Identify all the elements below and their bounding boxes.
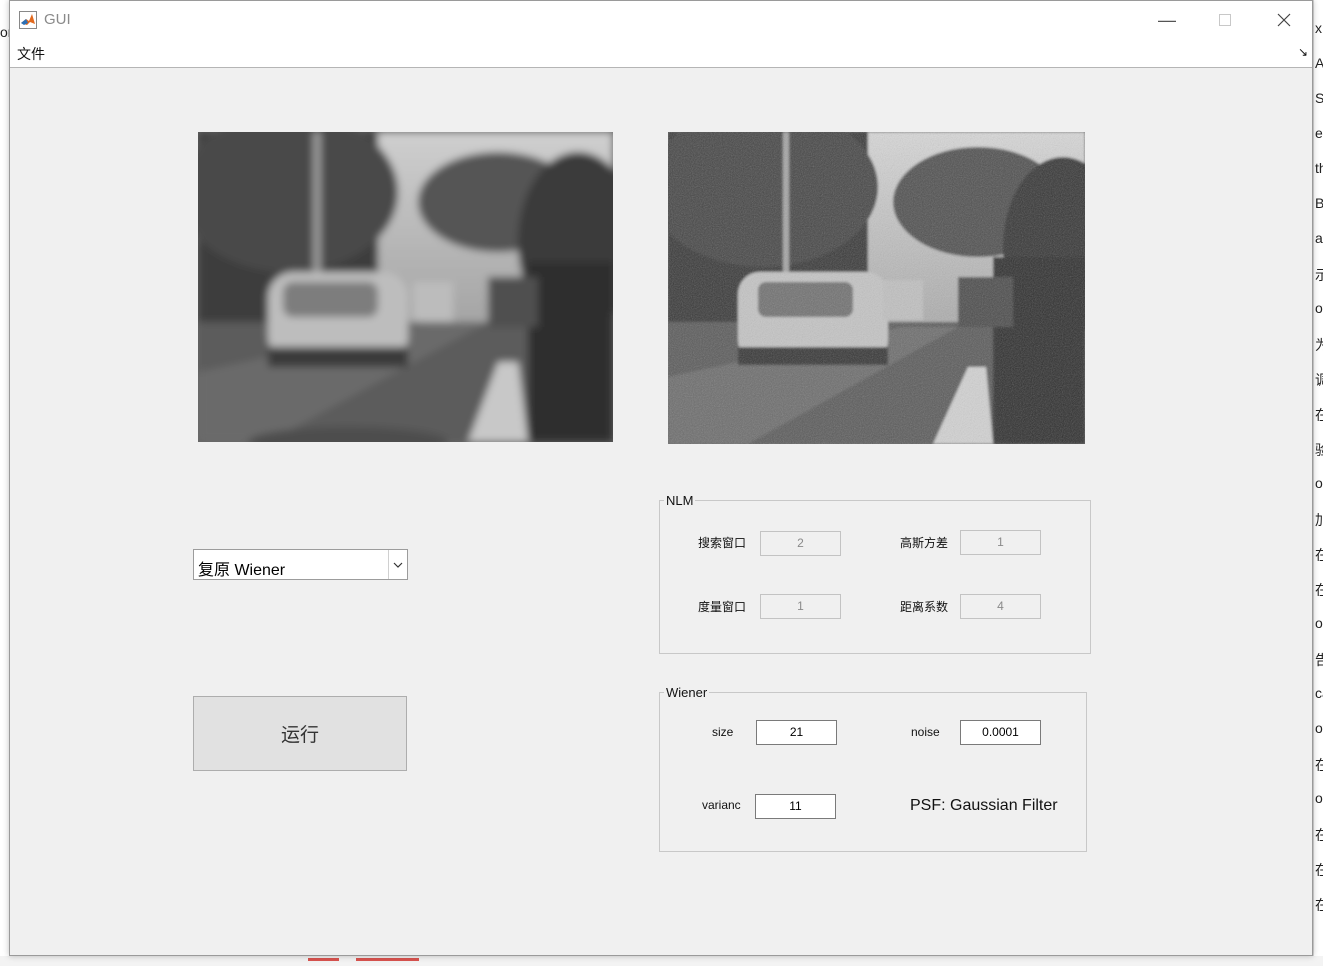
measure-window-input[interactable]: 1 — [760, 594, 841, 619]
background-text-fragment: ca — [1315, 685, 1323, 701]
close-icon[interactable] — [1273, 9, 1295, 31]
varianc-label: varianc — [702, 798, 741, 812]
blurred-street-image — [198, 132, 613, 442]
background-text-fragment: A — [1315, 55, 1323, 71]
background-text-fragment: a — [1315, 230, 1323, 246]
background-text-fragment: oa — [1315, 790, 1323, 806]
background-text-fragment: 示 — [1315, 265, 1323, 285]
noise-label: noise — [911, 725, 940, 739]
menu-bar: 文件 ↘ — [10, 39, 1312, 68]
chevron-down-icon[interactable] — [388, 550, 407, 579]
window-title: GUI — [44, 11, 71, 28]
minimize-icon[interactable]: — — [1156, 9, 1178, 31]
search-window-input[interactable]: 2 — [760, 531, 841, 556]
background-app-right-edge: xASethBa示ot为调在验os加在在os告caot在oa在在在 — [1313, 0, 1323, 966]
psf-label: PSF: Gaussian Filter — [910, 797, 1058, 814]
background-text-fragment: th — [1315, 160, 1323, 176]
background-text-fragment: 在 — [1315, 860, 1323, 880]
background-text-fragment: 在 — [1315, 405, 1323, 425]
background-app-left-edge: or — [0, 24, 9, 40]
gauss-variance-input[interactable]: 1 — [960, 530, 1041, 555]
title-bar[interactable]: GUI — — [10, 1, 1312, 39]
method-select[interactable]: 复原 Wiener — [193, 549, 408, 580]
method-select-value: 复原 Wiener — [198, 562, 286, 579]
matlab-icon — [19, 11, 37, 29]
wiener-panel: Wiener size 21 noise 0.0001 varianc 11 P… — [659, 685, 1087, 852]
background-text-fragment: 在 — [1315, 580, 1323, 600]
background-text-fragment: 在 — [1315, 545, 1323, 565]
size-input[interactable]: 21 — [756, 720, 837, 745]
background-text-fragment: 加 — [1315, 510, 1323, 530]
background-text-fragment: 在 — [1315, 825, 1323, 845]
background-text-fragment: 调 — [1315, 370, 1323, 390]
background-text-fragment: 告 — [1315, 650, 1323, 670]
background-text-fragment: 为 — [1315, 335, 1323, 355]
background-text-fragment: B — [1315, 195, 1323, 211]
nlm-panel: NLM 搜索窗口 2 高斯方差 1 度量窗口 1 距离系数 4 — [659, 493, 1091, 654]
noise-input[interactable]: 0.0001 — [960, 720, 1041, 745]
background-text-fragment: os — [1315, 475, 1323, 491]
background-text-fragment: x — [1315, 20, 1322, 36]
input-image-axes — [198, 132, 613, 442]
background-text-fragment: ot — [1315, 720, 1323, 736]
gauss-variance-label: 高斯方差 — [900, 536, 949, 550]
distance-coef-label: 距离系数 — [900, 600, 949, 614]
menu-file[interactable]: 文件 — [17, 44, 45, 64]
background-text-fragment: os — [1315, 615, 1323, 631]
restored-street-image — [668, 132, 1085, 444]
varianc-input[interactable]: 11 — [755, 794, 836, 819]
distance-coef-input[interactable]: 4 — [960, 594, 1041, 619]
wiener-panel-title: Wiener — [664, 685, 710, 700]
measure-window-label: 度量窗口 — [698, 600, 747, 614]
toolbar-toggle-icon[interactable]: ↘ — [1298, 45, 1308, 59]
background-text-fragment: S — [1315, 90, 1323, 106]
search-window-label: 搜索窗口 — [698, 536, 747, 550]
background-text-fragment: 在 — [1315, 755, 1323, 775]
size-label: size — [712, 725, 734, 739]
background-app-bottom-edge — [0, 956, 1323, 966]
run-button[interactable]: 运行 — [193, 696, 407, 771]
background-text-fragment: e — [1315, 125, 1323, 141]
background-text-fragment: 在 — [1315, 895, 1323, 915]
gui-window: GUI — 文件 ↘ 复原 Wiener 运行 NLM 搜索窗口 2 高斯方差 … — [9, 0, 1313, 956]
maximize-icon[interactable] — [1214, 9, 1236, 31]
background-text-fragment: ot — [1315, 300, 1323, 316]
output-image-axes — [668, 132, 1085, 444]
nlm-panel-title: NLM — [664, 493, 696, 508]
background-text-fragment: 验 — [1315, 440, 1323, 460]
